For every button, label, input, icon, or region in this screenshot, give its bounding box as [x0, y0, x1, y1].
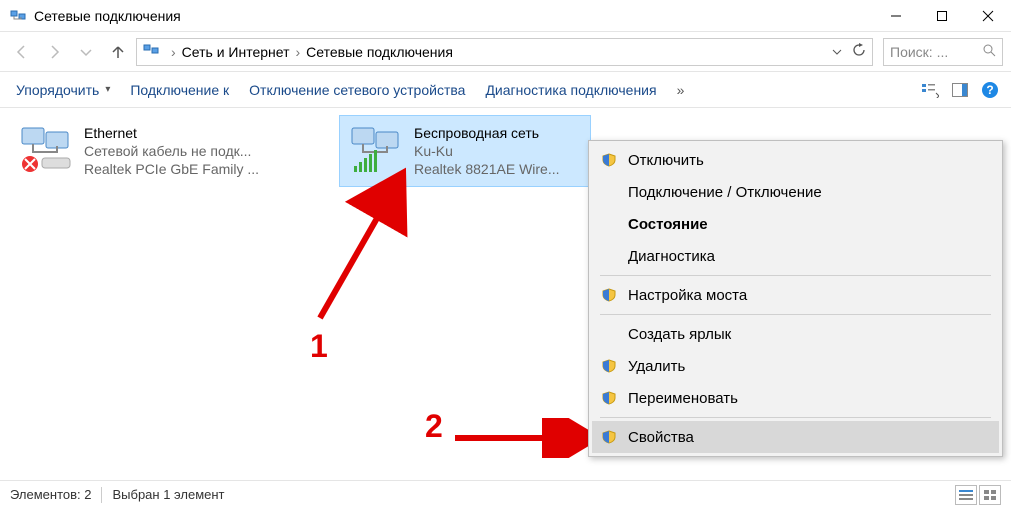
address-history-dropdown[interactable]	[832, 44, 842, 60]
separator	[600, 275, 991, 276]
connection-title: Ethernet	[84, 124, 259, 142]
breadcrumb-parent[interactable]: Сеть и Интернет	[182, 44, 290, 60]
wireless-icon	[348, 122, 404, 178]
annotation-arrow-2	[450, 418, 610, 458]
ethernet-icon	[18, 122, 74, 178]
shield-icon	[600, 430, 618, 444]
separator	[600, 314, 991, 315]
shield-icon	[600, 359, 618, 373]
ctx-label: Свойства	[628, 429, 985, 446]
connection-title: Беспроводная сеть	[414, 124, 560, 142]
ctx-label: Удалить	[628, 358, 985, 375]
connection-adapter: Realtek PCIe GbE Family ...	[84, 160, 259, 178]
address-bar[interactable]: › Сеть и Интернет › Сетевые подключения	[136, 38, 873, 66]
svg-text:?: ?	[986, 83, 993, 97]
ctx-diagnostics[interactable]: Диагностика	[592, 240, 999, 272]
ctx-rename[interactable]: Переименовать	[592, 382, 999, 414]
search-placeholder: Поиск: ...	[890, 44, 983, 60]
search-icon	[983, 44, 996, 60]
details-view-button[interactable]	[955, 485, 977, 505]
back-button[interactable]	[8, 38, 36, 66]
connect-to-button[interactable]: Подключение к	[124, 78, 235, 102]
view-options-button[interactable]	[919, 79, 941, 101]
forward-button[interactable]	[40, 38, 68, 66]
ctx-label: Отключить	[628, 152, 985, 169]
ctx-connect-disconnect[interactable]: Подключение / Отключение	[592, 176, 999, 208]
maximize-button[interactable]	[919, 0, 965, 31]
toolbar-overflow[interactable]: »	[671, 82, 691, 98]
context-menu: Отключить Подключение / Отключение Состо…	[588, 140, 1003, 457]
item-count: Элементов: 2	[10, 487, 91, 502]
connection-adapter: Realtek 8821AE Wire...	[414, 160, 560, 178]
separator	[101, 487, 102, 503]
shield-icon	[600, 153, 618, 167]
ctx-properties[interactable]: Свойства	[592, 421, 999, 453]
annotation-number-2: 2	[425, 408, 443, 445]
connection-status: Сетевой кабель не подк...	[84, 142, 259, 160]
titlebar: Сетевые подключения	[0, 0, 1011, 32]
ctx-label: Диагностика	[628, 248, 985, 265]
ctx-label: Состояние	[628, 216, 985, 233]
window-title: Сетевые подключения	[34, 8, 873, 24]
shield-icon	[600, 391, 618, 405]
window-controls	[873, 0, 1011, 31]
close-button[interactable]	[965, 0, 1011, 31]
organize-menu[interactable]: Упорядочить	[10, 78, 116, 102]
ctx-label: Настройка моста	[628, 287, 985, 304]
diagnose-button[interactable]: Диагностика подключения	[479, 78, 662, 102]
app-icon	[10, 8, 26, 24]
up-button[interactable]	[104, 38, 132, 66]
ctx-label: Переименовать	[628, 390, 985, 407]
connection-item-wireless[interactable]: Беспроводная сеть Ku-Ku Realtek 8821AE W…	[340, 116, 590, 186]
ctx-label: Создать ярлык	[628, 326, 985, 343]
search-input[interactable]: Поиск: ...	[883, 38, 1003, 66]
ctx-create-shortcut[interactable]: Создать ярлык	[592, 318, 999, 350]
help-button[interactable]: ?	[979, 79, 1001, 101]
ctx-disable[interactable]: Отключить	[592, 144, 999, 176]
breadcrumb-current[interactable]: Сетевые подключения	[306, 44, 453, 60]
navbar: › Сеть и Интернет › Сетевые подключения …	[0, 32, 1011, 72]
chevron-right-icon: ›	[171, 44, 176, 60]
ctx-delete[interactable]: Удалить	[592, 350, 999, 382]
disable-device-button[interactable]: Отключение сетевого устройства	[243, 78, 471, 102]
connection-item-ethernet[interactable]: Ethernet Сетевой кабель не подк... Realt…	[10, 116, 320, 186]
statusbar: Элементов: 2 Выбран 1 элемент	[0, 480, 1011, 508]
preview-pane-button[interactable]	[949, 79, 971, 101]
ctx-bridge[interactable]: Настройка моста	[592, 279, 999, 311]
selection-count: Выбран 1 элемент	[112, 487, 224, 502]
chevron-right-icon: ›	[296, 44, 301, 60]
large-icons-view-button[interactable]	[979, 485, 1001, 505]
recent-dropdown[interactable]	[72, 38, 100, 66]
address-icon	[143, 42, 159, 61]
refresh-button[interactable]	[852, 43, 866, 60]
toolbar: Упорядочить Подключение к Отключение сет…	[0, 72, 1011, 108]
ctx-status[interactable]: Состояние	[592, 208, 999, 240]
shield-icon	[600, 288, 618, 302]
ctx-label: Подключение / Отключение	[628, 184, 985, 201]
connection-ssid: Ku-Ku	[414, 142, 560, 160]
annotation-number-1: 1	[310, 328, 328, 365]
separator	[600, 417, 991, 418]
minimize-button[interactable]	[873, 0, 919, 31]
